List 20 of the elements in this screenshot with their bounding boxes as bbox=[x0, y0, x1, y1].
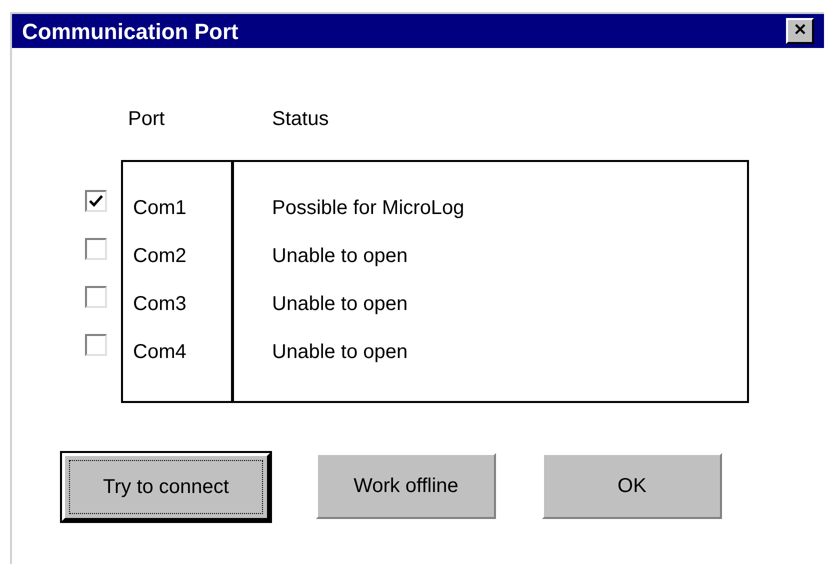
check-icon bbox=[89, 195, 103, 207]
checkbox[interactable] bbox=[85, 190, 107, 212]
status-cell: Possible for MicroLog bbox=[272, 196, 464, 220]
checkbox[interactable] bbox=[85, 238, 107, 260]
dialog-button[interactable]: Work offline bbox=[316, 453, 496, 519]
column-header: Port bbox=[128, 107, 166, 132]
port-cell-text: Com1 bbox=[133, 196, 188, 220]
status-cell-text: Unable to open bbox=[272, 244, 409, 268]
window-title: Communication Port bbox=[22, 18, 238, 46]
status-cell-text: Unable to open bbox=[272, 292, 409, 316]
close-button[interactable]: ✕ bbox=[786, 18, 814, 44]
dialog-button[interactable]: Try to connect bbox=[62, 453, 270, 521]
status-cell-text: Unable to open bbox=[272, 340, 409, 364]
checkbox[interactable] bbox=[85, 334, 107, 356]
port-cell-text: Com3 bbox=[133, 292, 188, 316]
checkbox[interactable] bbox=[85, 286, 107, 308]
port-cell-text: Com2 bbox=[133, 244, 188, 268]
column-header: Status bbox=[272, 107, 329, 132]
dialog-button[interactable]: OK bbox=[542, 453, 722, 519]
port-cell-text: Com4 bbox=[133, 340, 188, 364]
